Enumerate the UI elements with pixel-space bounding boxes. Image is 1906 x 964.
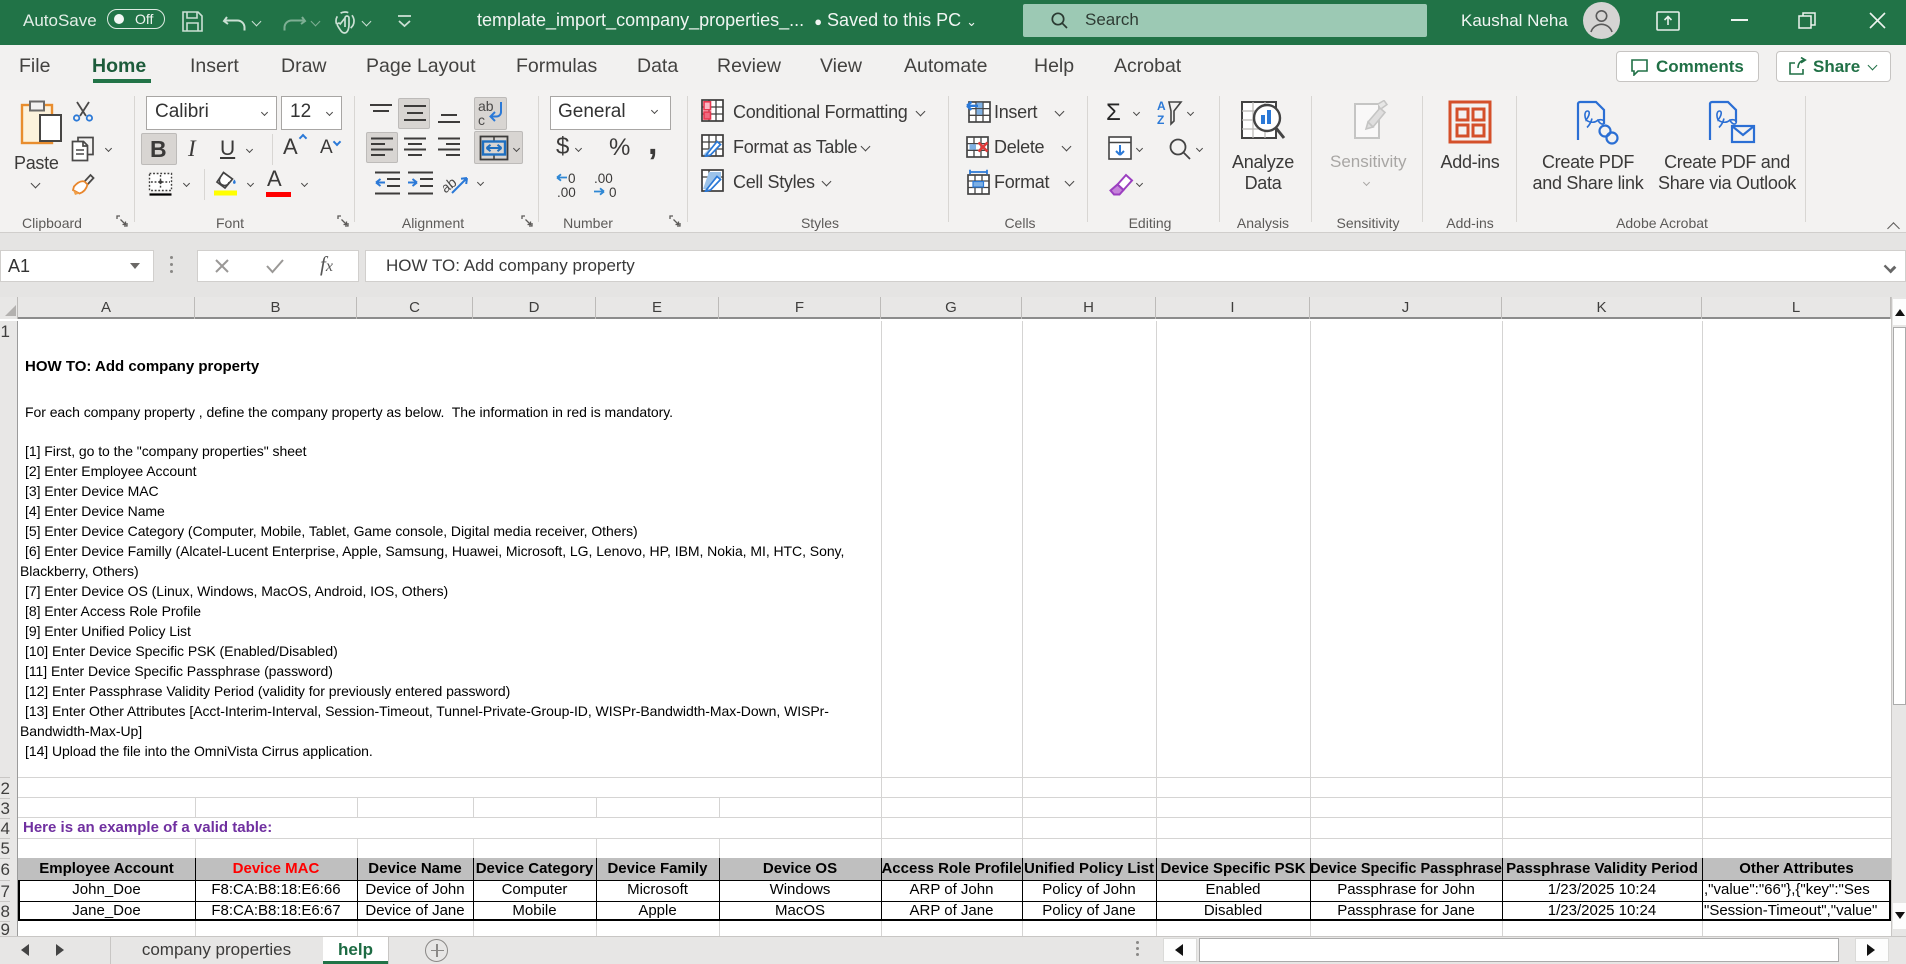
- svg-text:Z: Z: [1157, 113, 1164, 126]
- svg-text:0: 0: [568, 171, 576, 186]
- svg-text:ab: ab: [443, 174, 460, 196]
- svg-text:A: A: [1157, 100, 1166, 113]
- svg-text:c: c: [478, 112, 485, 128]
- svg-text:.00: .00: [557, 185, 576, 200]
- svg-text:0: 0: [609, 185, 617, 200]
- svg-text:.00: .00: [594, 171, 613, 186]
